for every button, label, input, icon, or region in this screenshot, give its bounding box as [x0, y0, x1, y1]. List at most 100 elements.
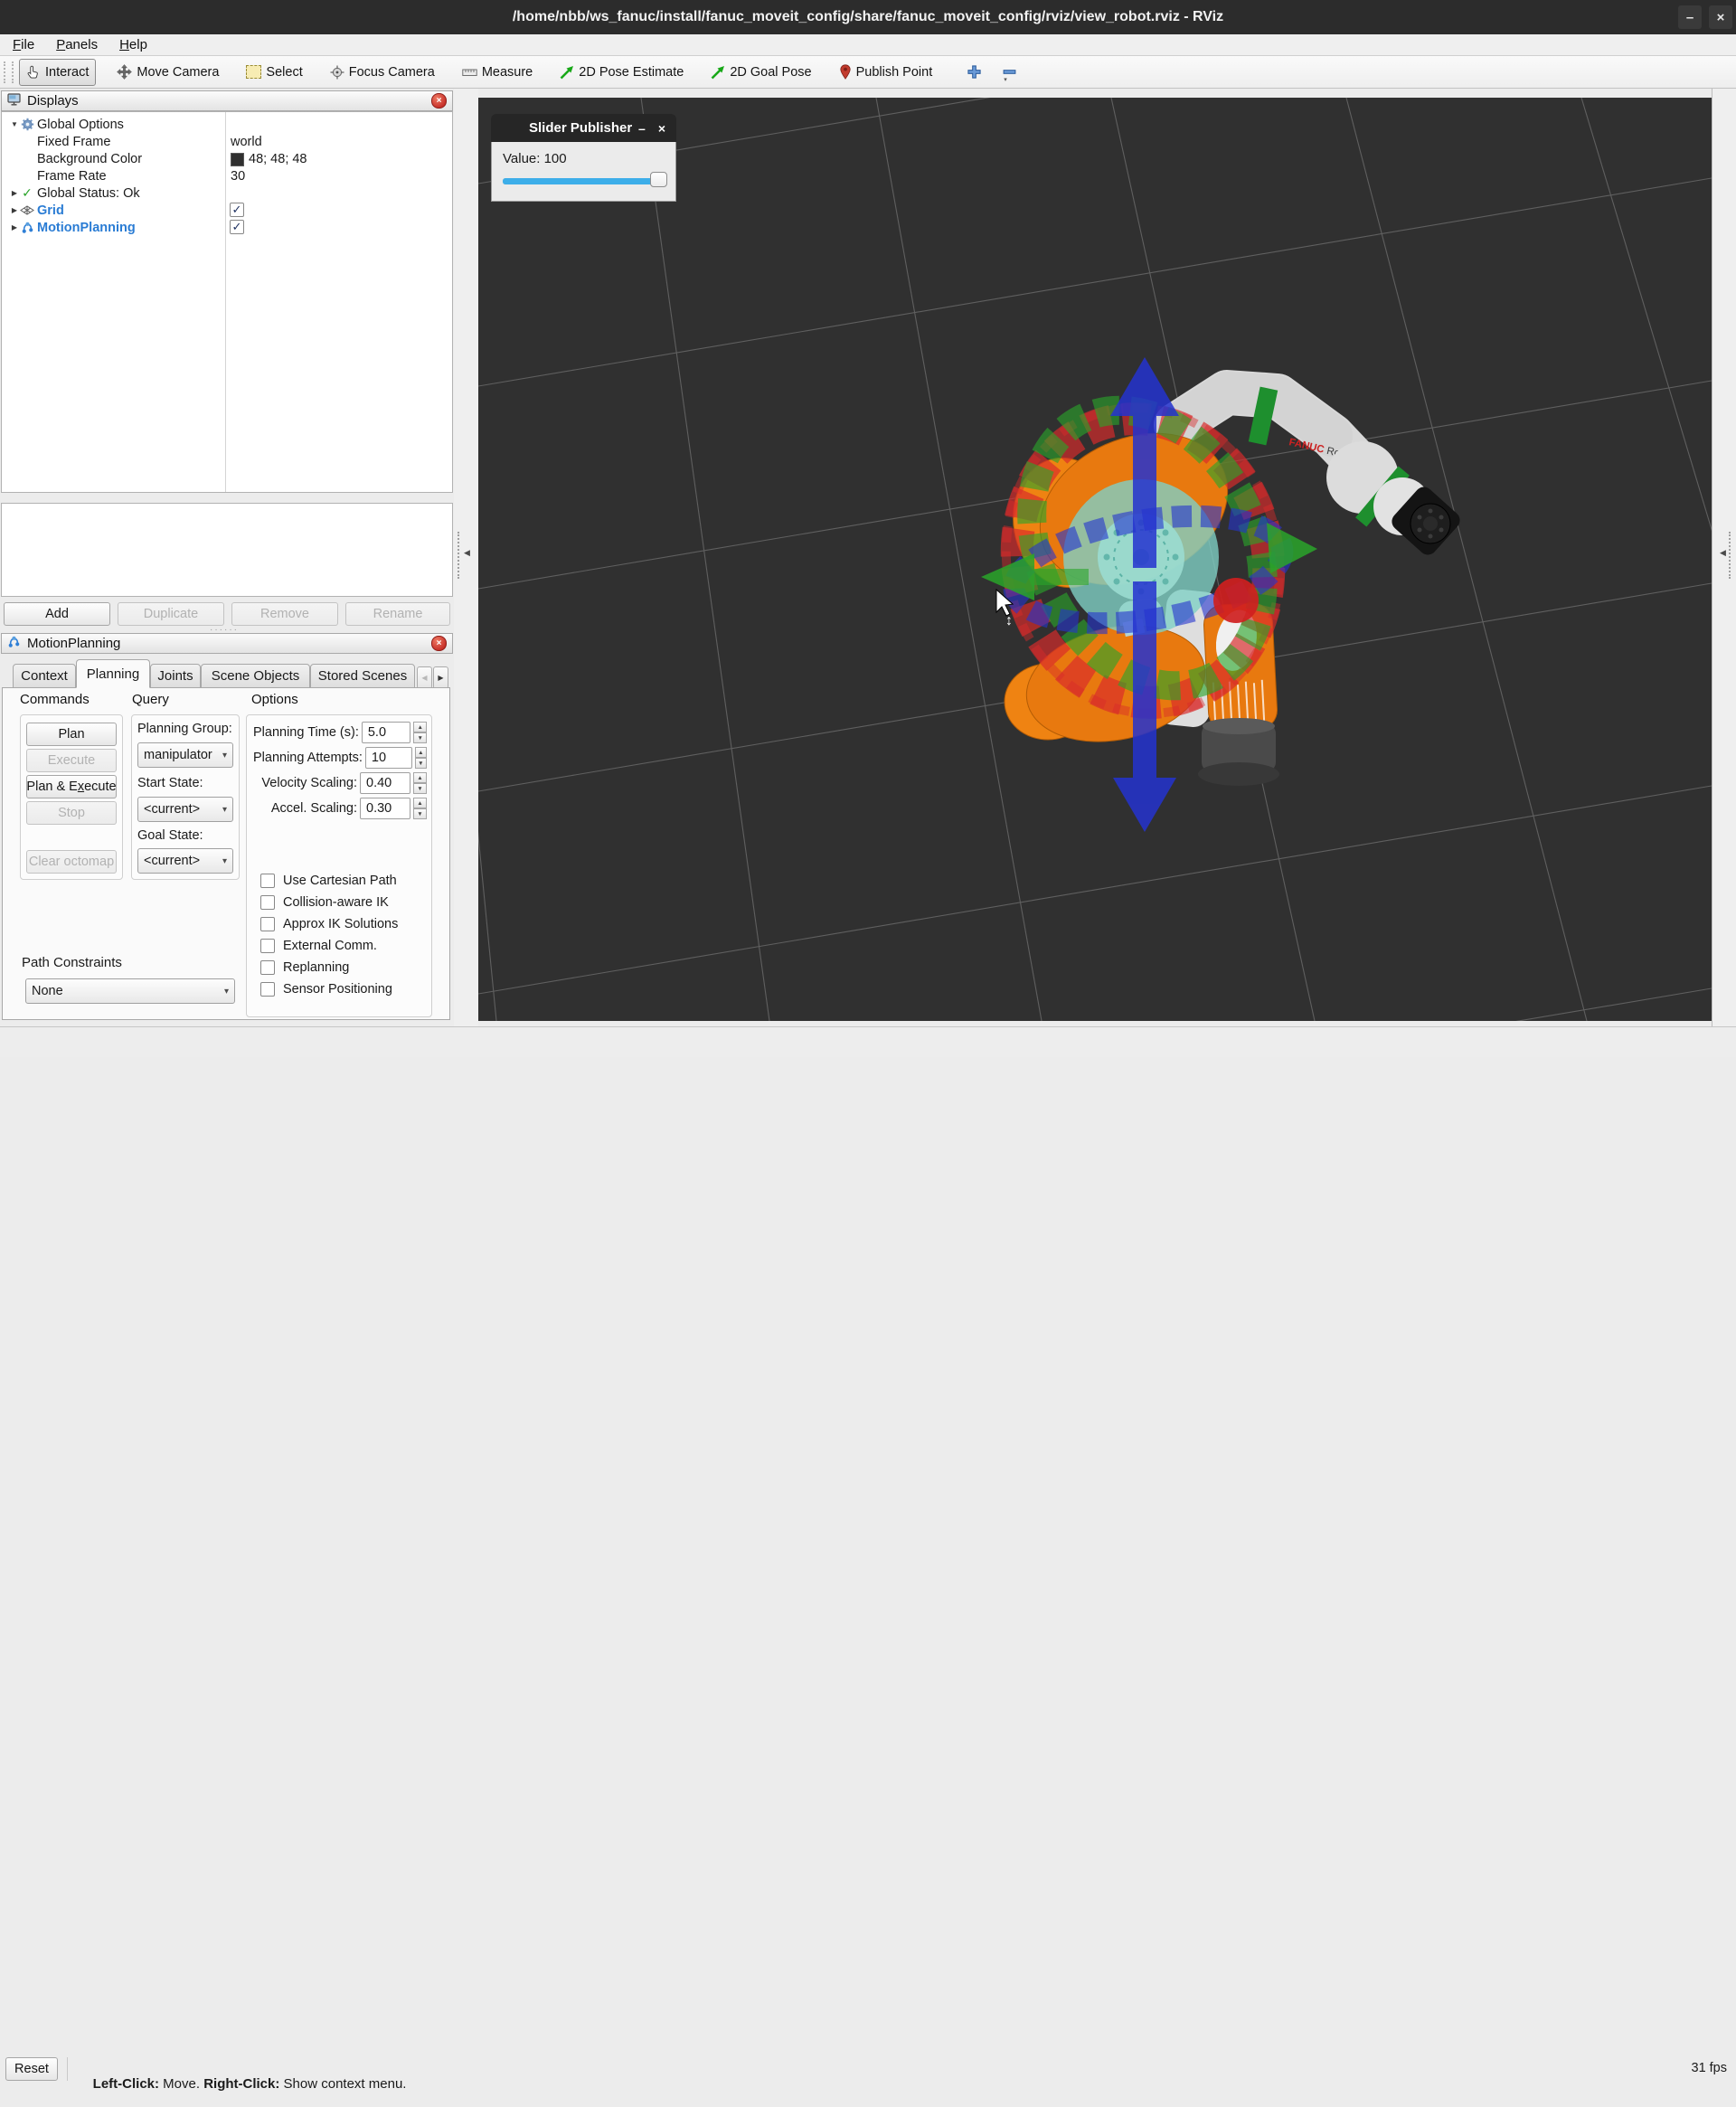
tab-stored-scenes[interactable]: Stored Scenes [310, 664, 415, 688]
fps-counter: 31 fps [1692, 2061, 1728, 2075]
tab-context[interactable]: Context [13, 664, 76, 688]
tree-row-global-options[interactable]: ▼ Global Options [2, 116, 124, 133]
planning-time-input[interactable]: 5.0 [362, 722, 411, 743]
tree-row-frame-rate[interactable]: Frame Rate [2, 167, 107, 184]
remove-display-button[interactable]: Remove [231, 602, 338, 626]
planning-group-dropdown[interactable]: manipulator ▾ [137, 742, 233, 768]
reset-button[interactable]: Reset [5, 2057, 58, 2081]
replanning-checkbox[interactable]: Replanning [260, 960, 349, 975]
green-arrow-icon [560, 65, 574, 80]
frame-rate-value[interactable]: 30 [231, 169, 245, 184]
duplicate-display-button[interactable]: Duplicate [118, 602, 224, 626]
tree-row-motionplanning[interactable]: ▶ MotionPlanning [2, 219, 136, 236]
add-display-button[interactable]: Add [4, 602, 110, 626]
path-constraints-label: Path Constraints [22, 955, 122, 970]
path-constraints-dropdown[interactable]: None ▾ [25, 978, 235, 1004]
motionplanning-panel-header[interactable]: MotionPlanning × [1, 633, 453, 654]
window-minimize-button[interactable]: – [1678, 5, 1702, 29]
tool-2d-goal-pose[interactable]: 2D Goal Pose [704, 60, 817, 85]
plan-and-execute-button[interactable]: Plan & Execute [26, 775, 117, 798]
planning-time-spinner[interactable]: ▲▼ [413, 722, 427, 743]
tool-measure[interactable]: Measure [456, 60, 539, 85]
tree-row-fixed-frame[interactable]: Fixed Frame [2, 133, 110, 150]
execute-button[interactable]: Execute [26, 749, 117, 772]
motionplanning-enabled-checkbox[interactable]: ✓ [230, 220, 244, 234]
motionplanning-icon [7, 635, 21, 652]
background-color-value[interactable]: 48; 48; 48 [231, 152, 307, 166]
start-state-dropdown[interactable]: <current> ▾ [137, 797, 233, 822]
expander-closed-icon[interactable]: ▶ [9, 189, 20, 197]
collision-aware-ik-checkbox[interactable]: Collision-aware IK [260, 895, 389, 910]
interact-hand-icon [26, 65, 41, 80]
displays-tree[interactable]: ▼ Global Options Fixed Frame world Backg… [1, 111, 453, 493]
right-panel-splitter[interactable]: ◀ [1712, 89, 1736, 1026]
tool-focus-camera[interactable]: Focus Camera [324, 60, 441, 85]
tool-publish-point[interactable]: Publish Point [833, 60, 939, 85]
clear-octomap-button[interactable]: Clear octomap [26, 850, 117, 874]
expander-closed-icon[interactable]: ▶ [9, 223, 20, 231]
expander-closed-icon[interactable]: ▶ [9, 206, 20, 214]
displays-panel-header[interactable]: Displays × [1, 90, 453, 111]
accel-scaling-input[interactable]: 0.30 [360, 798, 410, 819]
fixed-frame-value[interactable]: world [231, 135, 262, 149]
plan-button[interactable]: Plan [26, 723, 117, 746]
updown-cursor-icon: ↕ [1005, 613, 1013, 628]
tree-row-global-status[interactable]: ▶ ✓ Global Status: Ok [2, 184, 140, 202]
tree-row-grid[interactable]: ▶ Grid [2, 202, 64, 219]
accel-scaling-spinner[interactable]: ▲▼ [413, 798, 427, 819]
external-comm-checkbox[interactable]: External Comm. [260, 939, 377, 953]
approx-ik-solutions-checkbox[interactable]: Approx IK Solutions [260, 917, 398, 931]
tool-interact[interactable]: Interact [19, 59, 96, 86]
window-titlebar[interactable]: /home/nbb/ws_fanuc/install/fanuc_moveit_… [0, 0, 1736, 34]
window-close-button[interactable]: × [1709, 5, 1732, 29]
slider-publisher-titlebar[interactable]: Slider Publisher – × [491, 114, 676, 142]
tab-planning[interactable]: Planning [76, 659, 150, 688]
slider-close-button[interactable]: × [658, 121, 665, 136]
tab-joints[interactable]: Joints [150, 664, 201, 688]
tool-label: Focus Camera [349, 65, 435, 80]
motionplanning-close-button[interactable]: × [431, 636, 447, 651]
slider-track-fill [503, 178, 666, 184]
sensor-positioning-checkbox[interactable]: Sensor Positioning [260, 982, 392, 997]
add-tool-button[interactable] [960, 60, 988, 85]
planning-attempts-input[interactable]: 10 [365, 747, 412, 769]
tool-move-camera[interactable]: Move Camera [110, 60, 225, 85]
tab-scene-objects[interactable]: Scene Objects [201, 664, 310, 688]
tool-label: 2D Goal Pose [730, 65, 811, 80]
planning-attempts-spinner[interactable]: ▲▼ [415, 747, 427, 769]
spin-up-icon: ▲ [413, 722, 427, 732]
left-panel-splitter[interactable]: ◀ [454, 89, 478, 1026]
tool-2d-pose-estimate[interactable]: 2D Pose Estimate [553, 60, 690, 85]
spin-down-icon: ▼ [413, 783, 427, 794]
rename-display-button[interactable]: Rename [345, 602, 450, 626]
panel-collapse-icon[interactable]: ◀ [1720, 548, 1726, 558]
tool-label: Move Camera [137, 65, 219, 80]
slider-handle[interactable] [650, 172, 667, 187]
tree-row-background-color[interactable]: Background Color [2, 150, 142, 167]
panel-collapse-icon[interactable]: ◀ [464, 548, 470, 558]
menu-file[interactable]: File [13, 37, 34, 52]
remove-tool-button[interactable]: ▾ [995, 60, 1024, 85]
3d-viewport[interactable]: FANUC Robot CRX [478, 98, 1712, 1021]
tree-column-divider[interactable] [225, 112, 226, 492]
expander-open-icon[interactable]: ▼ [9, 120, 20, 128]
tab-scroll-right-button[interactable]: ▶ [433, 666, 448, 689]
stop-button[interactable]: Stop [26, 801, 117, 825]
planning-group-label: Planning Group: [137, 722, 232, 736]
velocity-scaling-spinner[interactable]: ▲▼ [413, 772, 427, 794]
plus-icon [967, 64, 982, 80]
tab-scroll-left-button[interactable]: ◀ [417, 666, 432, 689]
displays-close-button[interactable]: × [431, 93, 447, 109]
menu-help[interactable]: Help [119, 37, 147, 52]
slider-track[interactable] [503, 178, 666, 184]
tool-options-dropdown-arrow[interactable]: ▾ [1004, 76, 1007, 83]
menu-panels[interactable]: Panels [56, 37, 98, 52]
use-cartesian-path-checkbox[interactable]: Use Cartesian Path [260, 874, 397, 888]
tool-select[interactable]: Select [240, 60, 308, 85]
goal-state-dropdown[interactable]: <current> ▾ [137, 848, 233, 874]
velocity-scaling-input[interactable]: 0.40 [360, 772, 410, 794]
grid-enabled-checkbox[interactable]: ✓ [230, 203, 244, 217]
slider-minimize-button[interactable]: – [638, 121, 646, 136]
toolbar-drag-handle[interactable] [4, 61, 14, 83]
motionplanning-icon [20, 221, 34, 234]
